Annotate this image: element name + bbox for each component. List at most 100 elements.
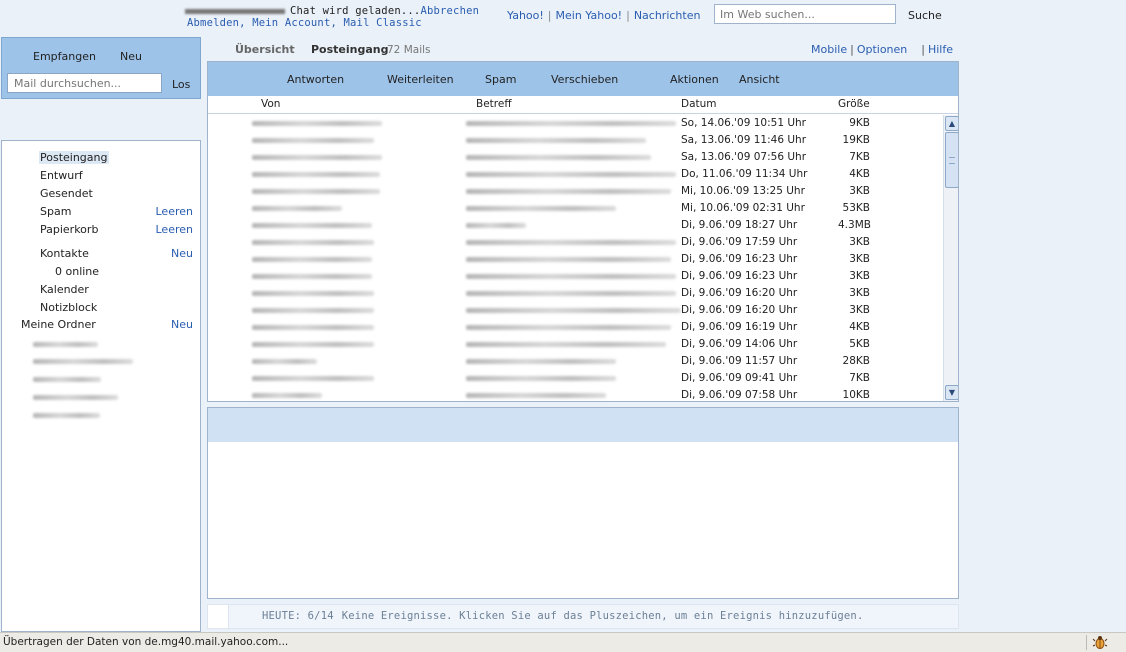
- mail-count: 72 Mails: [387, 44, 431, 56]
- receive-button[interactable]: Empfangen: [33, 50, 96, 63]
- move-button[interactable]: Verschieben: [551, 73, 618, 86]
- table-row[interactable]: Di, 9.06.'09 09:41 Uhr 7KB: [208, 370, 943, 387]
- empty-spam-link[interactable]: Leeren: [156, 205, 194, 218]
- message-date: Di, 9.06.'09 16:19 Uhr: [681, 321, 798, 333]
- column-from[interactable]: Von: [261, 98, 280, 110]
- custom-folder-item[interactable]: [33, 377, 101, 382]
- message-size: 4KB: [849, 168, 870, 180]
- empty-trash-link[interactable]: Leeren: [156, 223, 194, 236]
- table-row[interactable]: Sa, 13.06.'09 11:46 Uhr 19KB: [208, 132, 943, 149]
- reply-button[interactable]: Antworten: [287, 73, 344, 86]
- message-subject: [466, 274, 676, 279]
- message-size: 7KB: [849, 372, 870, 384]
- message-date: Di, 9.06.'09 14:06 Uhr: [681, 338, 798, 350]
- notepad-link[interactable]: Notizblock: [40, 301, 97, 314]
- news-link[interactable]: Nachrichten: [634, 9, 701, 22]
- column-date[interactable]: Datum: [681, 98, 717, 110]
- my-yahoo-link[interactable]: Mein Yahoo!: [556, 9, 623, 22]
- message-subject: [466, 325, 671, 330]
- calendar-link[interactable]: Kalender: [40, 283, 89, 296]
- firebug-icon[interactable]: [1092, 634, 1108, 650]
- message-size: 7KB: [849, 151, 870, 163]
- tab-overview[interactable]: Übersicht: [235, 43, 295, 56]
- table-row[interactable]: Di, 9.06.'09 16:23 Uhr 3KB: [208, 251, 943, 268]
- message-toolbar: Antworten Weiterleiten Spam Verschieben …: [208, 62, 958, 96]
- table-row[interactable]: Di, 9.06.'09 17:59 Uhr 3KB: [208, 234, 943, 251]
- message-sender: [252, 257, 372, 262]
- message-sender: [252, 138, 374, 143]
- message-size: 19KB: [842, 134, 870, 146]
- new-mail-button[interactable]: Neu: [120, 50, 142, 63]
- message-subject: [466, 172, 676, 177]
- new-folder-link[interactable]: Neu: [171, 318, 193, 331]
- message-subject: [466, 257, 671, 262]
- table-row[interactable]: Di, 9.06.'09 07:58 Uhr 10KB: [208, 387, 943, 401]
- add-event-icon[interactable]: [208, 605, 229, 628]
- message-subject: [466, 393, 606, 398]
- table-row[interactable]: Mi, 10.06.'09 02:31 Uhr 53KB: [208, 200, 943, 217]
- scroll-down-icon[interactable]: ▼: [945, 385, 958, 400]
- scroll-up-icon[interactable]: ▲: [945, 116, 958, 131]
- column-subject[interactable]: Betreff: [476, 98, 512, 110]
- mail-search-input[interactable]: [7, 73, 162, 93]
- message-size: 3KB: [849, 270, 870, 282]
- table-row[interactable]: Di, 9.06.'09 18:27 Uhr 4.3MB: [208, 217, 943, 234]
- custom-folder-item[interactable]: [33, 395, 118, 400]
- custom-folder-item[interactable]: [33, 359, 133, 364]
- table-row[interactable]: Sa, 13.06.'09 07:56 Uhr 7KB: [208, 149, 943, 166]
- forward-button[interactable]: Weiterleiten: [387, 73, 454, 86]
- list-scrollbar[interactable]: ▲ ▼: [943, 115, 958, 401]
- table-row[interactable]: Di, 9.06.'09 16:19 Uhr 4KB: [208, 319, 943, 336]
- message-date: Mi, 10.06.'09 13:25 Uhr: [681, 185, 805, 197]
- message-preview-pane: [207, 407, 959, 599]
- spam-button[interactable]: Spam: [485, 73, 516, 86]
- table-row[interactable]: Di, 9.06.'09 16:20 Uhr 3KB: [208, 302, 943, 319]
- message-sender: [252, 274, 372, 279]
- folder-trash[interactable]: Papierkorb: [40, 223, 98, 236]
- actions-button[interactable]: Aktionen: [670, 73, 719, 86]
- folder-spam[interactable]: Spam: [40, 205, 71, 218]
- table-row[interactable]: Mi, 10.06.'09 13:25 Uhr 3KB: [208, 183, 943, 200]
- new-contact-link[interactable]: Neu: [171, 247, 193, 260]
- chat-cancel-link[interactable]: Abbrechen: [420, 5, 479, 17]
- web-search-button[interactable]: Suche: [908, 9, 942, 22]
- folder-draft[interactable]: Entwurf: [40, 169, 83, 182]
- custom-folder-item[interactable]: [33, 342, 98, 347]
- column-size[interactable]: Größe: [838, 98, 870, 110]
- message-subject: [466, 121, 676, 126]
- help-link[interactable]: Hilfe: [928, 43, 953, 56]
- folder-inbox[interactable]: Posteingang: [39, 151, 109, 164]
- web-search-input[interactable]: [714, 4, 896, 24]
- table-row[interactable]: Di, 9.06.'09 14:06 Uhr 5KB: [208, 336, 943, 353]
- mail-search-button[interactable]: Los: [172, 78, 190, 91]
- message-subject: [466, 155, 651, 160]
- status-bar: Übertragen der Daten von de.mg40.mail.ya…: [0, 632, 1126, 652]
- yahoo-links: Yahoo! | Mein Yahoo! | Nachrichten: [507, 9, 701, 22]
- message-date: Di, 9.06.'09 16:23 Uhr: [681, 270, 798, 282]
- message-date: Di, 9.06.'09 17:59 Uhr: [681, 236, 798, 248]
- message-sender: [252, 359, 317, 364]
- contacts-link[interactable]: Kontakte: [40, 247, 89, 260]
- custom-folder-item[interactable]: [33, 413, 100, 418]
- message-size: 10KB: [842, 389, 870, 401]
- yahoo-link[interactable]: Yahoo!: [507, 9, 544, 22]
- table-row[interactable]: Do, 11.06.'09 11:34 Uhr 4KB: [208, 166, 943, 183]
- scrollbar-thumb[interactable]: [945, 132, 958, 188]
- message-sender: [252, 393, 322, 398]
- message-date: Di, 9.06.'09 16:20 Uhr: [681, 287, 798, 299]
- table-row[interactable]: Di, 9.06.'09 11:57 Uhr 28KB: [208, 353, 943, 370]
- view-button[interactable]: Ansicht: [739, 73, 780, 86]
- table-row[interactable]: Di, 9.06.'09 16:23 Uhr 3KB: [208, 268, 943, 285]
- message-size: 53KB: [842, 202, 870, 214]
- folder-sent[interactable]: Gesendet: [40, 187, 93, 200]
- message-subject: [466, 359, 616, 364]
- message-sender: [252, 155, 382, 160]
- tab-inbox[interactable]: Posteingang: [311, 43, 389, 56]
- message-date: Di, 9.06.'09 16:23 Uhr: [681, 253, 798, 265]
- mobile-link[interactable]: Mobile: [811, 43, 847, 56]
- account-links[interactable]: Abmelden, Mein Account, Mail Classic: [187, 17, 422, 29]
- options-link[interactable]: Optionen: [857, 43, 907, 56]
- table-row[interactable]: So, 14.06.'09 10:51 Uhr 9KB: [208, 115, 943, 132]
- table-row[interactable]: Di, 9.06.'09 16:20 Uhr 3KB: [208, 285, 943, 302]
- message-list: Antworten Weiterleiten Spam Verschieben …: [207, 61, 959, 402]
